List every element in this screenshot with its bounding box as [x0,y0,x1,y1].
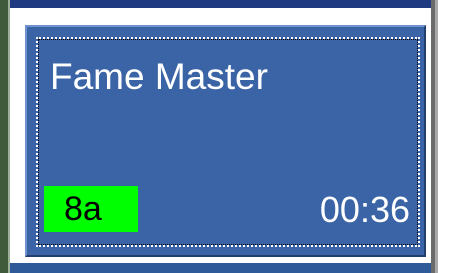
tile-title: Fame Master [50,56,268,97]
time-label: 00:36 [319,189,410,230]
tile-above-edge[interactable] [10,0,431,8]
left-panel-strip [0,0,8,273]
grid-gap-top [10,8,431,13]
left-panel-divider [8,0,10,273]
right-margin [438,0,449,273]
level-badge: 8a [44,186,138,232]
tile-below-edge[interactable] [10,263,431,273]
